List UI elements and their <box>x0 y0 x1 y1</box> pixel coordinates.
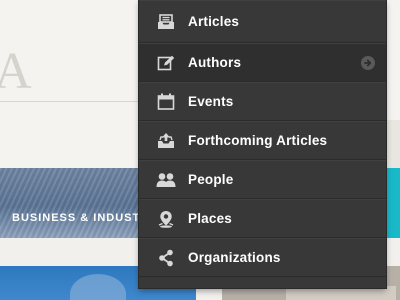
people-icon <box>156 170 176 190</box>
menu-item-label: Authors <box>188 55 242 70</box>
teal-banner[interactable] <box>386 168 400 238</box>
banner-photo <box>0 168 140 238</box>
banner-label: BUSINESS & INDUST <box>12 212 140 224</box>
menu-item-organizations[interactable]: Organizations <box>139 238 386 277</box>
menu-item-label: Places <box>188 211 232 226</box>
menu-item-label: Events <box>188 94 234 109</box>
edit-icon <box>156 53 176 73</box>
menu-item-label: Articles <box>188 14 240 29</box>
menu-item-label: Forthcoming Articles <box>188 133 328 148</box>
menu-item-events[interactable]: Events <box>139 82 386 121</box>
dome-image <box>70 274 126 300</box>
menu-item-label: People <box>188 172 234 187</box>
menu-item-label: Organizations <box>188 250 281 265</box>
page-title-letter: A <box>0 43 33 100</box>
sign-image <box>286 286 396 300</box>
menu-item-forthcoming-articles[interactable]: Forthcoming Articles <box>139 121 386 160</box>
map-pin-icon <box>156 209 176 229</box>
category-banner[interactable]: BUSINESS & INDUST <box>0 168 140 238</box>
background-panel <box>386 120 400 168</box>
menu-item-articles[interactable]: Articles <box>139 0 386 43</box>
dropdown-menu: Articles Authors Events Forthcoming Arti… <box>139 0 386 288</box>
inbox-upload-icon <box>156 131 176 151</box>
menu-item-places[interactable]: Places <box>139 199 386 238</box>
divider <box>0 101 140 102</box>
menu-item-people[interactable]: People <box>139 160 386 199</box>
menu-item-authors[interactable]: Authors <box>139 43 386 82</box>
tray-icon <box>156 12 176 32</box>
calendar-icon <box>156 92 176 112</box>
arrow-right-circle-icon[interactable] <box>361 55 375 70</box>
share-icon <box>156 248 176 268</box>
